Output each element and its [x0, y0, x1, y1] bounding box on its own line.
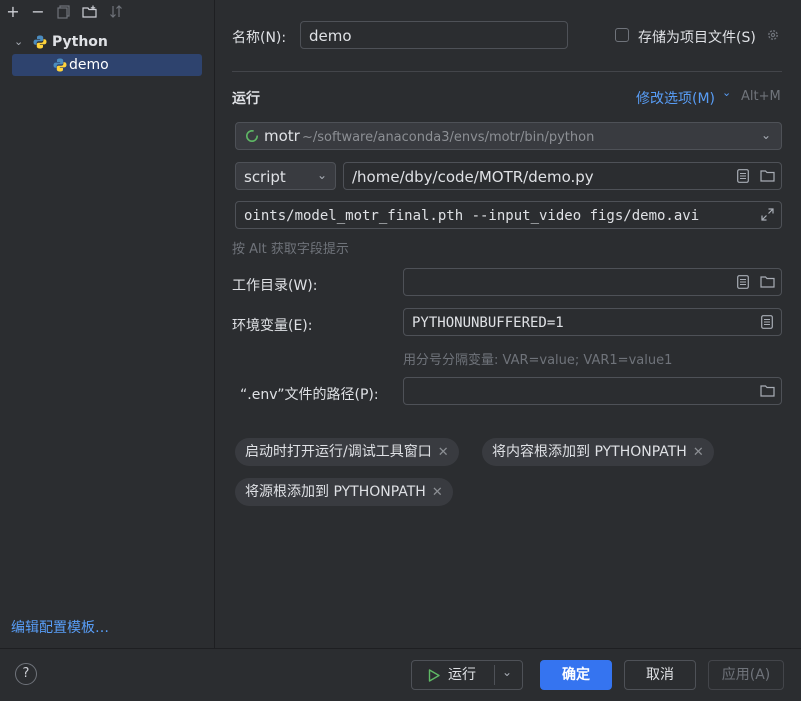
- interpreter-path: ~/software/anaconda3/envs/motr/bin/pytho…: [302, 130, 595, 145]
- env-vars-label: 环境变量(E):: [232, 318, 313, 334]
- env-vars-hint: 用分号分隔变量: VAR=value; VAR1=value1: [403, 353, 673, 368]
- run-section-title: 运行: [232, 91, 260, 107]
- script-path-value: /home/dby/code/MOTR/demo.py: [352, 168, 594, 186]
- modify-options-shortcut: Alt+M: [741, 89, 781, 104]
- remove-icon[interactable]: −: [28, 3, 48, 21]
- config-sidebar: + − ⌄ Python demo 编辑配置模板…: [0, 0, 215, 648]
- parameters-value: oints/model_motr_final.pth --input_video…: [244, 208, 700, 224]
- new-folder-icon[interactable]: [80, 3, 100, 21]
- env-vars-input[interactable]: PYTHONUNBUFFERED=1: [403, 308, 782, 336]
- help-icon: ?: [22, 666, 30, 681]
- script-path-input[interactable]: /home/dby/code/MOTR/demo.py: [343, 162, 782, 190]
- alt-hint: 按 Alt 获取字段提示: [232, 242, 349, 257]
- list-icon[interactable]: [735, 275, 751, 291]
- chevron-down-icon[interactable]: ⌄: [722, 86, 731, 99]
- interpreter-select[interactable]: motr ~/software/anaconda3/envs/motr/bin/…: [235, 122, 782, 150]
- split-divider: [494, 665, 495, 685]
- python-icon: [33, 35, 47, 49]
- modify-options-link[interactable]: 修改选项(M): [636, 88, 715, 108]
- apply-label: 应用(A): [721, 667, 771, 683]
- cancel-button[interactable]: 取消: [624, 660, 696, 690]
- store-project-checkbox[interactable]: [615, 28, 629, 42]
- env-file-input[interactable]: [403, 377, 782, 405]
- list-icon[interactable]: [759, 315, 775, 331]
- gear-icon[interactable]: [766, 28, 780, 42]
- store-project-label: 存储为项目文件(S): [638, 30, 756, 46]
- add-icon[interactable]: +: [3, 3, 23, 21]
- close-icon[interactable]: ✕: [693, 445, 704, 460]
- tree-item-label: demo: [69, 57, 109, 73]
- script-type-select[interactable]: script ⌄: [235, 162, 336, 190]
- divider: [232, 71, 782, 72]
- name-input[interactable]: demo: [300, 21, 568, 49]
- play-icon: [428, 669, 440, 682]
- close-icon[interactable]: ✕: [438, 445, 449, 460]
- working-dir-label: 工作目录(W):: [232, 278, 318, 294]
- chip-open-run-tool-window: 启动时打开运行/调试工具窗口 ✕: [235, 438, 459, 466]
- help-button[interactable]: ?: [15, 663, 37, 685]
- python-icon: [53, 58, 67, 72]
- working-dir-input[interactable]: [403, 268, 782, 296]
- expand-icon[interactable]: [759, 208, 775, 224]
- close-icon[interactable]: ✕: [432, 485, 443, 500]
- chip-label: 将源根添加到 PYTHONPATH: [245, 484, 426, 500]
- apply-button[interactable]: 应用(A): [708, 660, 784, 690]
- chip-label: 将内容根添加到 PYTHONPATH: [492, 444, 687, 460]
- chevron-down-icon[interactable]: ⌄: [14, 31, 28, 53]
- chip-label: 启动时打开运行/调试工具窗口: [245, 444, 432, 460]
- name-label: 名称(N):: [232, 30, 287, 46]
- chevron-down-icon[interactable]: ⌄: [317, 163, 327, 187]
- env-file-label: “.env”文件的路径(P):: [240, 387, 379, 403]
- cancel-label: 取消: [646, 667, 674, 683]
- conda-icon: [246, 130, 258, 142]
- tree-group-label: Python: [52, 34, 108, 50]
- parameters-input[interactable]: oints/model_motr_final.pth --input_video…: [235, 201, 782, 229]
- chip-add-content-roots: 将内容根添加到 PYTHONPATH ✕: [482, 438, 714, 466]
- interpreter-name: motr: [264, 127, 300, 145]
- run-label: 运行: [448, 667, 476, 683]
- tree-group-python[interactable]: ⌄ Python: [12, 31, 202, 53]
- copy-icon[interactable]: [54, 3, 74, 21]
- dialog-footer: ? 运行 ⌄ 确定 取消 应用(A): [0, 648, 801, 701]
- folder-icon[interactable]: [759, 384, 775, 400]
- ok-label: 确定: [562, 667, 590, 683]
- chevron-down-icon[interactable]: ⌄: [761, 123, 771, 147]
- folder-icon[interactable]: [759, 169, 775, 185]
- edit-templates-link[interactable]: 编辑配置模板…: [11, 617, 109, 637]
- list-icon[interactable]: [735, 169, 751, 185]
- ok-button[interactable]: 确定: [540, 660, 612, 690]
- sort-icon[interactable]: [106, 3, 126, 21]
- run-button[interactable]: 运行 ⌄: [411, 660, 523, 690]
- chip-add-source-roots: 将源根添加到 PYTHONPATH ✕: [235, 478, 453, 506]
- tree-item-demo[interactable]: demo: [12, 54, 202, 76]
- name-value: demo: [309, 27, 352, 45]
- script-type-value: script: [244, 168, 286, 186]
- env-vars-value: PYTHONUNBUFFERED=1: [412, 315, 564, 331]
- folder-icon[interactable]: [759, 275, 775, 291]
- chevron-down-icon[interactable]: ⌄: [502, 658, 512, 686]
